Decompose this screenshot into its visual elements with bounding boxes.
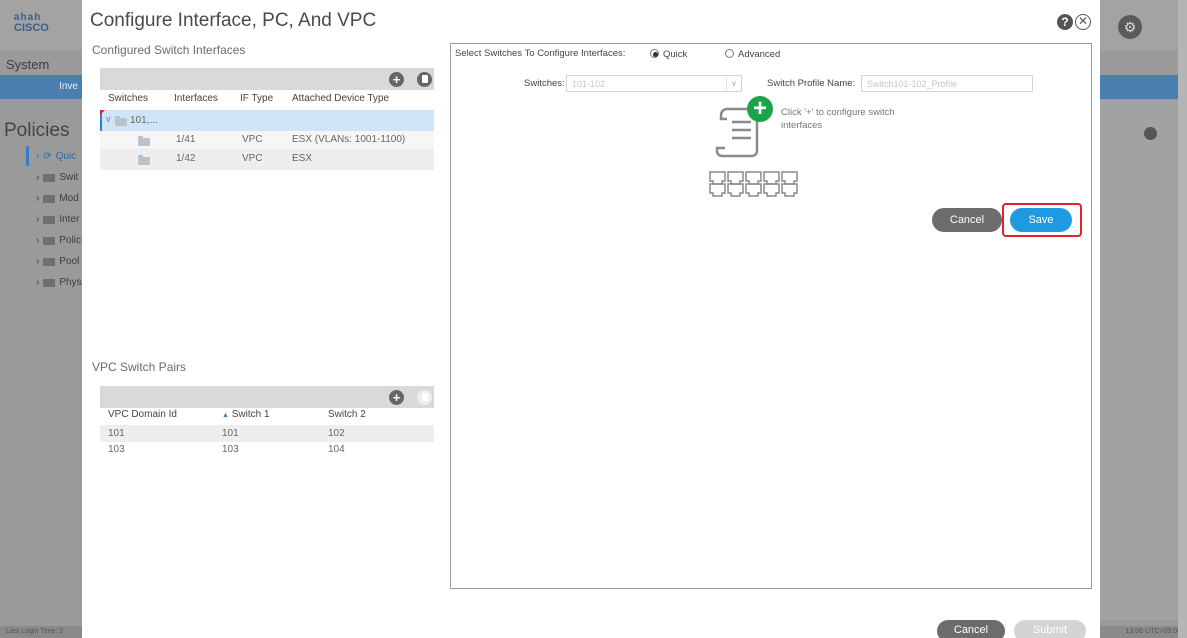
page-scrollbar[interactable]	[1178, 0, 1187, 638]
gear-icon[interactable]: ⚙	[1118, 15, 1142, 39]
col-switch-2[interactable]: Switch 2	[328, 409, 366, 420]
nav-item-interfaces[interactable]: › Inter	[26, 209, 82, 230]
cancel-button[interactable]: Cancel	[932, 208, 1002, 232]
folder-icon	[43, 173, 56, 182]
sort-ascending-icon: ▲	[222, 412, 229, 419]
add-vpc-pair-button[interactable]: +	[389, 390, 404, 405]
folder-icon	[43, 236, 56, 245]
group-label: 101,...	[130, 115, 158, 126]
inventory-tab-bar[interactable]: Inve	[0, 75, 82, 99]
switches-dropdown[interactable]: 101-102 ∨	[566, 75, 742, 92]
footer-submit-button[interactable]: Submit	[1014, 620, 1086, 638]
configure-interface-dialog: Configure Interface, PC, And VPC ? ✕ Con…	[82, 0, 1100, 638]
switch-profile-value: Switch101-102_Profile	[867, 79, 958, 89]
trash-icon	[421, 393, 428, 401]
vpc-switch-pairs-label: VPC Switch Pairs	[92, 360, 187, 374]
chevron-down-icon: ∨	[726, 76, 741, 91]
cell-interface: 1/42	[176, 153, 196, 164]
list-icon[interactable]	[1144, 127, 1157, 140]
nav-item-modules[interactable]: › Mod	[26, 188, 82, 209]
cell-domain-id: 103	[108, 444, 125, 455]
vpc-toolbar: +	[100, 386, 434, 408]
hint-text-line2: interfaces	[781, 120, 823, 131]
folder-icon	[138, 155, 150, 165]
cisco-logo: ahah CISCO	[14, 12, 49, 34]
add-interface-button[interactable]: +	[389, 72, 404, 87]
footer-cancel-button[interactable]: Cancel	[937, 620, 1005, 638]
ports-icon	[709, 171, 798, 197]
policies-nav: › ⟳ Quic › Swit › Mod › Inter › Polic › Pool › P…	[26, 146, 82, 293]
cell-switch-2: 104	[328, 444, 345, 455]
cell-domain-id: 101	[108, 428, 125, 439]
chevron-down-icon[interactable]: ∨	[105, 114, 112, 125]
quick-radio[interactable]	[650, 49, 659, 58]
col-switch-1-label: Switch 1	[231, 409, 270, 420]
table-row[interactable]: 1/42 VPC ESX	[100, 149, 434, 170]
nav-item-policies[interactable]: › Polic	[26, 230, 82, 251]
cell-switch-1: 101	[222, 428, 239, 439]
help-icon[interactable]: ?	[1057, 14, 1073, 30]
nav-item-switches[interactable]: › Swit	[26, 167, 82, 188]
nav-item-pools[interactable]: › Pool	[26, 251, 82, 272]
add-switch-interface-plus-icon[interactable]: +	[747, 96, 773, 122]
system-tab[interactable]: System	[6, 57, 49, 72]
col-switches[interactable]: Switches	[108, 93, 148, 104]
switch-profile-input[interactable]: Switch101-102_Profile	[861, 75, 1033, 92]
advanced-radio-label[interactable]: Advanced	[738, 49, 780, 60]
col-if-type[interactable]: IF Type	[240, 93, 273, 104]
subnav-bar-right	[1100, 75, 1187, 99]
folder-icon	[43, 257, 56, 266]
save-highlight-box	[1002, 203, 1082, 237]
table-row[interactable]: 1/41 VPC ESX (VLANs: 1001-1100)	[100, 131, 434, 149]
advanced-radio[interactable]	[725, 49, 734, 58]
folder-icon	[138, 136, 150, 146]
quick-start-icon: ⟳	[43, 151, 52, 162]
cell-interface: 1/41	[176, 134, 196, 145]
policies-title: Policies	[4, 120, 70, 141]
delete-vpc-pair-button[interactable]	[417, 390, 432, 405]
background-right-panel	[1100, 100, 1187, 620]
col-attached-device-type[interactable]: Attached Device Type	[292, 93, 389, 104]
configured-interfaces-label: Configured Switch Interfaces	[92, 43, 246, 57]
col-interfaces[interactable]: Interfaces	[174, 93, 218, 104]
folder-icon	[43, 215, 56, 224]
dialog-title: Configure Interface, PC, And VPC	[90, 10, 377, 31]
table-row[interactable]: 101 101 102	[100, 425, 434, 442]
cell-device-type: ESX (VLANs: 1001-1100)	[292, 134, 406, 145]
col-vpc-domain-id[interactable]: VPC Domain Id	[108, 409, 177, 420]
cell-switch-2: 102	[328, 428, 345, 439]
folder-icon	[43, 278, 56, 287]
switch-profile-label: Switch Profile Name:	[767, 78, 856, 89]
cell-device-type: ESX	[292, 153, 313, 164]
cell-if-type: VPC	[242, 153, 263, 164]
nav-item-quick-start[interactable]: › ⟳ Quic	[26, 146, 82, 167]
nav-item-physical[interactable]: › Phys	[26, 272, 82, 293]
table-row-group[interactable]: ∨ 101,...	[100, 110, 434, 131]
trash-icon	[421, 75, 428, 83]
select-switches-label: Select Switches To Configure Interfaces:	[455, 48, 626, 59]
cell-if-type: VPC	[242, 134, 263, 145]
switches-value: 101-102	[572, 79, 606, 89]
hint-text-line1: Click '+' to configure switch	[781, 107, 895, 118]
col-switch-1[interactable]: ▲ Switch 1	[222, 409, 270, 420]
quick-radio-label[interactable]: Quick	[663, 49, 687, 60]
delete-interface-button[interactable]	[417, 72, 432, 87]
interfaces-toolbar: +	[100, 68, 434, 90]
close-icon[interactable]: ✕	[1075, 14, 1091, 30]
switch-config-panel: Select Switches To Configure Interfaces:…	[450, 43, 1092, 589]
folder-icon	[43, 194, 56, 203]
cell-switch-1: 103	[222, 444, 239, 455]
table-row[interactable]: 103 103 104	[100, 442, 434, 459]
folder-icon	[115, 116, 127, 126]
switches-label: Switches:	[524, 78, 565, 89]
